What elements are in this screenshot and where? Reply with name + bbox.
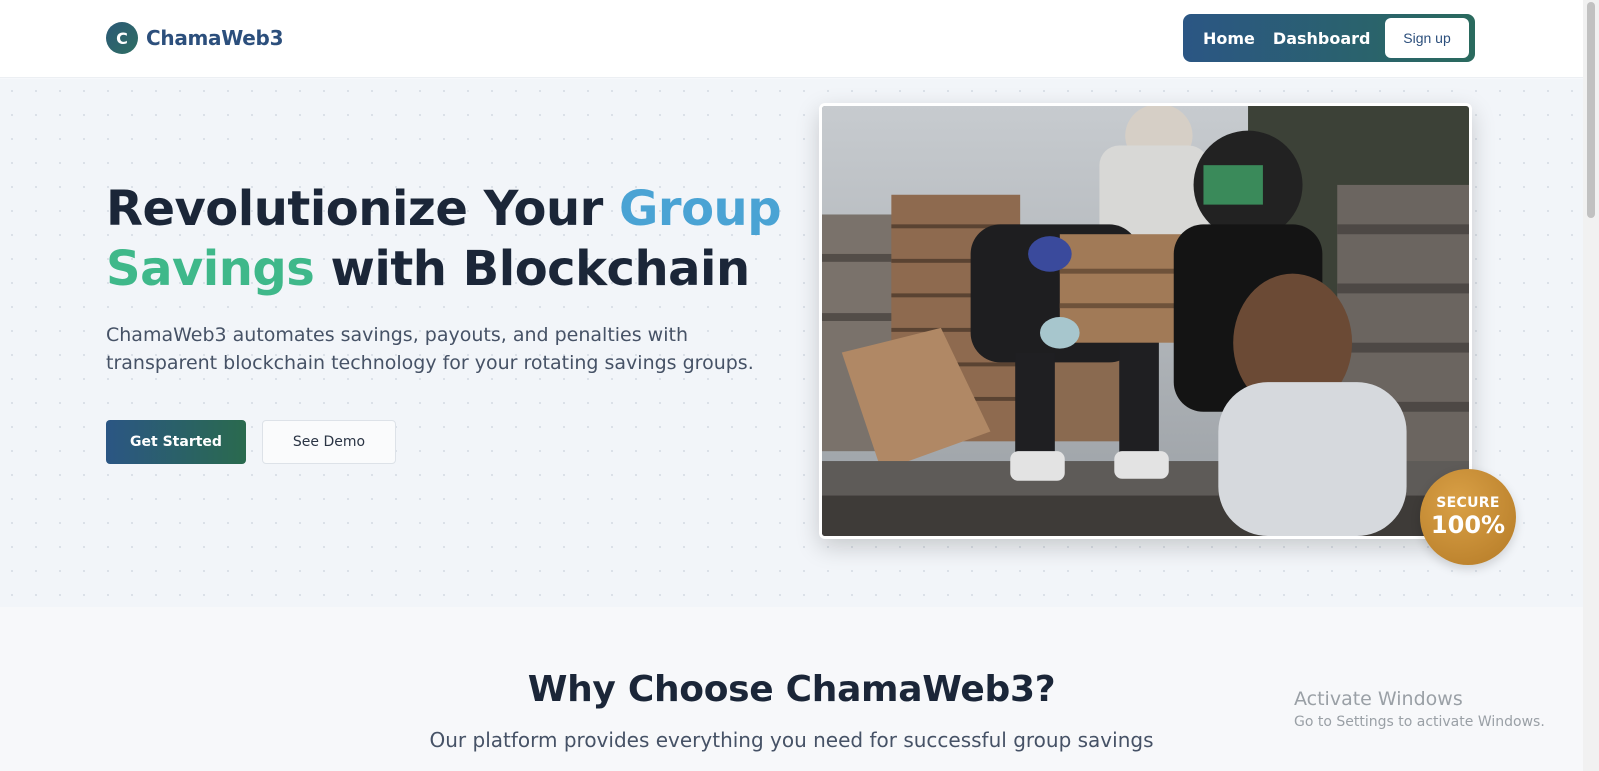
hero-subtitle: ChamaWeb3 automates savings, payouts, an… xyxy=(106,324,754,374)
secure-badge-value: 100% xyxy=(1430,511,1506,539)
nav-home-link[interactable]: Home xyxy=(1203,29,1255,48)
get-started-button[interactable]: Get Started xyxy=(106,420,246,464)
hero-title: Revolutionize Your Group Savings with Blo… xyxy=(106,179,786,299)
hero-title-part1: Revolutionize Your xyxy=(106,181,619,237)
main-nav: Home Dashboard Sign up xyxy=(1183,14,1475,62)
windows-activation-watermark: Activate Windows Go to Settings to activ… xyxy=(1294,688,1545,730)
brand-logo[interactable]: C ChamaWeb3 xyxy=(106,22,284,54)
watermark-subtitle: Go to Settings to activate Windows. xyxy=(1294,714,1545,730)
brand-name: ChamaWeb3 xyxy=(146,26,284,50)
volunteers-photo-illustration xyxy=(822,106,1469,536)
secure-badge: SECURE 100% xyxy=(1420,469,1516,565)
signup-button[interactable]: Sign up xyxy=(1385,18,1469,58)
watermark-title: Activate Windows xyxy=(1294,688,1463,710)
secure-badge-label: SECURE xyxy=(1436,495,1500,511)
hero-photo xyxy=(819,103,1472,539)
hero-title-part2: with Blockchain xyxy=(314,241,751,297)
scrollbar-thumb[interactable] xyxy=(1587,2,1595,218)
page-scrollbar[interactable] xyxy=(1583,0,1599,771)
logo-mark: C xyxy=(106,22,138,54)
features-subtitle: Our platform provides everything you nee… xyxy=(429,728,1154,752)
nav-dashboard-link[interactable]: Dashboard xyxy=(1273,29,1371,48)
site-header: C ChamaWeb3 Home Dashboard Sign up xyxy=(0,0,1583,78)
hero-title-highlight-savings: Savings xyxy=(106,241,315,297)
see-demo-button[interactable]: See Demo xyxy=(262,420,396,464)
hero-title-highlight-group: Group xyxy=(619,181,782,237)
hero-section: Revolutionize Your Group Savings with Blo… xyxy=(0,79,1583,607)
